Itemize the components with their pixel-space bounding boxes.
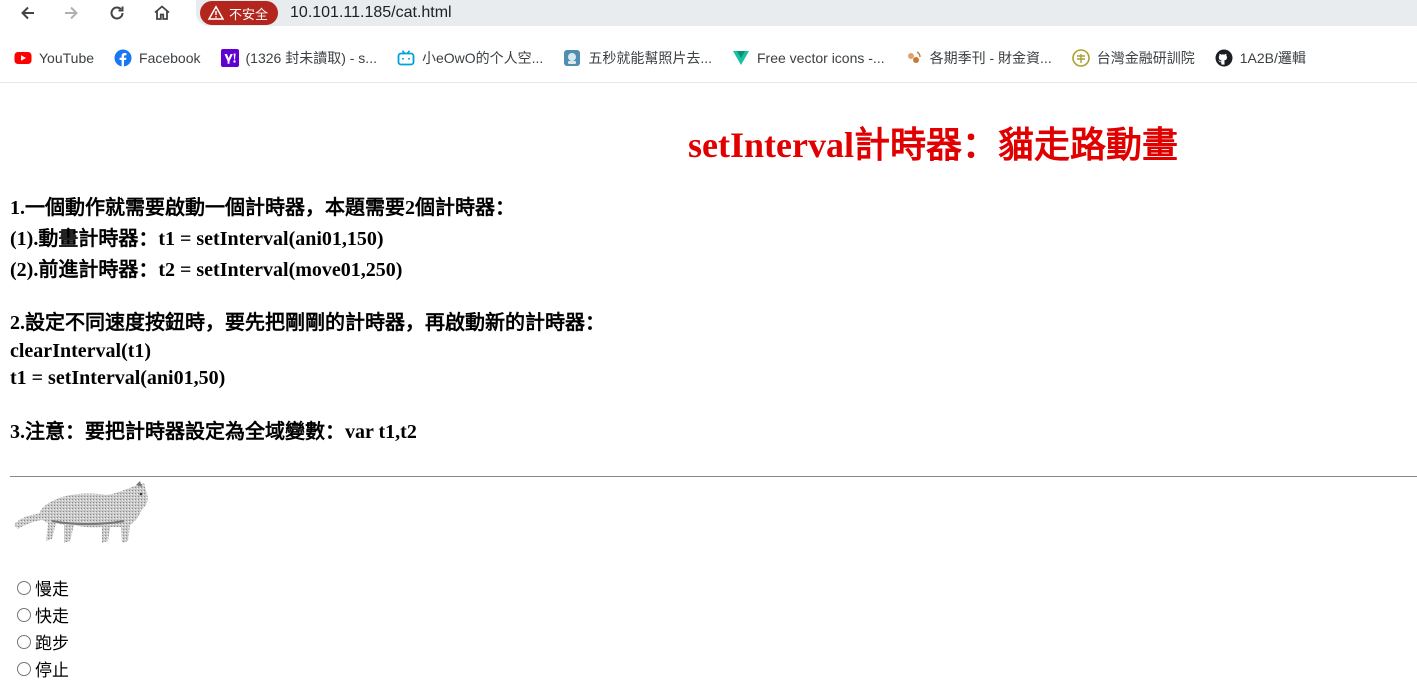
security-chip[interactable]: 不安全: [200, 1, 279, 25]
arrow-left-icon: [21, 6, 34, 20]
bookmark-github-1a2b[interactable]: 1A2B/邏輯: [1215, 44, 1306, 72]
horizontal-divider: [10, 476, 1417, 477]
arrow-right-icon: [65, 6, 78, 20]
instruction-line-3: (2).前進計時器：t2 = setInterval(move01,250): [10, 259, 403, 281]
bookmark-label: Facebook: [139, 49, 201, 66]
bookmark-finance-quarterly[interactable]: 各期季刊 - 財金資...: [905, 44, 1052, 72]
vector-icon: [733, 50, 749, 65]
bookmark-label: (1326 封未讀取) - s...: [245, 49, 377, 66]
code-line-clear: clearInterval(t1): [10, 340, 152, 362]
address-bar[interactable]: 不安全 10.101.11.185/cat.html: [196, 0, 1417, 26]
security-label: 不安全: [229, 6, 269, 22]
bookmark-label: 小eOwO的个人空...: [421, 49, 544, 66]
finance-icon: [907, 50, 921, 63]
radio-label: 跑步: [35, 634, 69, 654]
speed-radio-group: 慢走 快走 跑步 停止: [14, 574, 69, 682]
instruction-line-2: (1).動畫計時器：t1 = setInterval(ani01,150): [10, 228, 384, 250]
bookmark-label: 各期季刊 - 財金資...: [929, 49, 1052, 66]
bookmarks-bar: YouTube Facebook (1326 封未讀取) - s... 小eOw…: [0, 33, 1417, 83]
bookmark-label: YouTube: [39, 49, 95, 66]
radio-slow-walk-input[interactable]: [17, 580, 31, 595]
bilibili-icon: [397, 49, 415, 65]
cat-animation-image: [14, 481, 148, 543]
bookmark-yahoo-mail[interactable]: (1326 封未讀取) - s...: [220, 44, 377, 72]
radio-fast-walk[interactable]: 快走: [14, 601, 69, 628]
instruction-line-1: 1.一個動作就需要啟動一個計時器，本題需要2個計時器：: [10, 197, 515, 219]
instruction-line-4: 2.設定不同速度按鈕時，要先把剛剛的計時器，再啟動新的計時器：: [10, 312, 605, 334]
radio-fast-walk-input[interactable]: [17, 607, 31, 622]
home-icon: [154, 5, 170, 20]
code-line-set: t1 = setInterval(ani01,50): [10, 367, 226, 389]
institute-icon: [1071, 48, 1090, 67]
instruction-line-5: 3.注意：要把計時器設定為全域變數：var t1,t2: [10, 421, 417, 443]
radio-run-input[interactable]: [17, 634, 31, 649]
github-icon: [1215, 49, 1233, 66]
bookmark-label: 五秒就能幫照片去...: [588, 49, 712, 66]
page-title: setInterval計時器：貓走路動畫: [688, 125, 1178, 165]
bookmark-label: 台灣金融研訓院: [1096, 49, 1195, 66]
radio-label: 慢走: [35, 580, 69, 600]
bookmark-bilibili[interactable]: 小eOwO的个人空...: [397, 44, 543, 72]
radio-label: 快走: [35, 607, 69, 627]
radio-stop-input[interactable]: [17, 661, 31, 676]
yahoo-icon: [220, 48, 239, 67]
reload-button[interactable]: [100, 0, 134, 26]
radio-run[interactable]: 跑步: [14, 628, 69, 655]
app-icon: [564, 49, 581, 66]
bookmark-label: 1A2B/邏輯: [1239, 49, 1306, 66]
bookmark-photo-tool[interactable]: 五秒就能幫照片去...: [563, 44, 712, 72]
radio-stop[interactable]: 停止: [14, 655, 69, 682]
warning-icon: [208, 5, 224, 20]
bookmark-facebook[interactable]: Facebook: [114, 44, 201, 72]
forward-button[interactable]: [54, 0, 88, 26]
browser-toolbar: 不安全 10.101.11.185/cat.html: [0, 0, 1417, 33]
url-text[interactable]: 10.101.11.185/cat.html: [290, 4, 452, 22]
facebook-icon: [114, 49, 132, 66]
radio-label: 停止: [35, 661, 69, 681]
reload-icon: [110, 6, 124, 20]
bookmark-youtube[interactable]: YouTube: [14, 44, 94, 72]
radio-slow-walk[interactable]: 慢走: [14, 574, 69, 601]
youtube-icon: [14, 51, 32, 64]
bookmark-free-vector-icons[interactable]: Free vector icons -...: [732, 44, 885, 72]
bookmark-label: Free vector icons -...: [757, 49, 885, 66]
back-button[interactable]: [11, 0, 45, 26]
home-button[interactable]: [145, 0, 179, 26]
bookmark-taiwan-finance-institute[interactable]: 台灣金融研訓院: [1071, 44, 1195, 72]
